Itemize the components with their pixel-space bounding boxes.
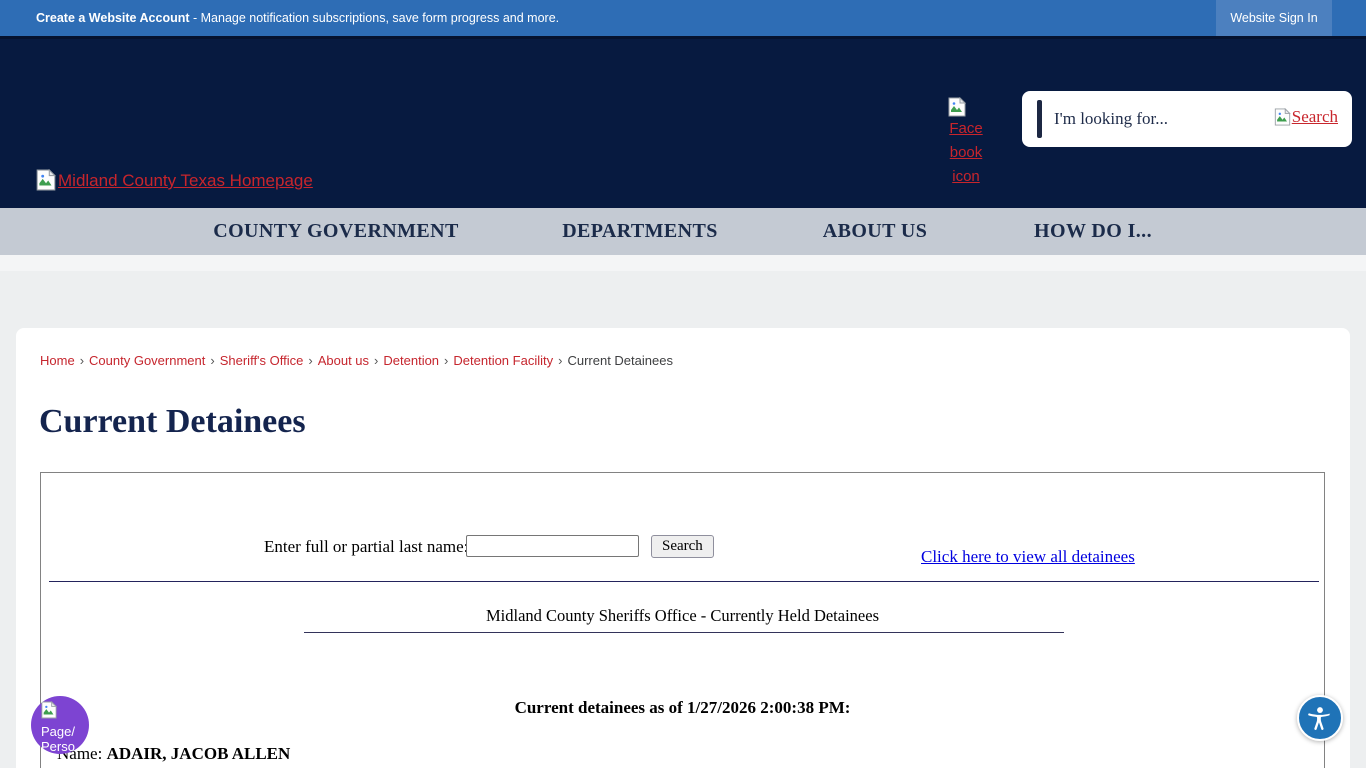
breadcrumb-county-government[interactable]: County Government	[89, 353, 205, 368]
broken-image-icon	[948, 97, 966, 117]
nav-divider-strip	[0, 255, 1366, 271]
broken-image-icon	[1274, 108, 1291, 126]
breadcrumb-detention-facility[interactable]: Detention Facility	[453, 353, 553, 368]
site-header: Midland County Texas Homepage Facebook i…	[0, 36, 1366, 208]
broken-image-icon	[36, 169, 56, 191]
site-search-submit[interactable]: Search	[1274, 107, 1338, 127]
detainee-record-name: Name: ADAIR, JACOB ALLEN	[57, 744, 290, 764]
last-name-label: Enter full or partial last name:	[264, 537, 468, 557]
breadcrumb-separator: ›	[205, 353, 219, 368]
detainee-search-button[interactable]: Search	[651, 535, 714, 558]
accessibility-person-icon	[1306, 704, 1334, 732]
site-search-input[interactable]	[1054, 99, 1234, 139]
breadcrumb-current-page: Current Detainees	[567, 353, 673, 368]
as-of-timestamp: Current detainees as of 1/27/2026 2:00:3…	[41, 698, 1324, 718]
create-account-bold[interactable]: Create a Website Account	[36, 11, 190, 25]
search-caret-bar	[1037, 100, 1042, 138]
name-value: ADAIR, JACOB ALLEN	[107, 744, 291, 763]
heading-underline-rule	[304, 632, 1064, 633]
breadcrumb-sheriffs-office[interactable]: Sheriff's Office	[220, 353, 304, 368]
last-name-input[interactable]	[466, 535, 639, 557]
site-search-submit-label: Search	[1292, 107, 1338, 127]
broken-image-icon	[41, 701, 57, 719]
content-card: Home›County Government›Sheriff's Office›…	[16, 328, 1350, 768]
feedback-widget-label-line1: Page/	[41, 724, 89, 739]
breadcrumb-home[interactable]: Home	[40, 353, 75, 368]
nav-departments[interactable]: DEPARTMENTS	[562, 208, 718, 255]
top-utility-bar: Create a Website Account - Manage notifi…	[0, 0, 1366, 36]
breadcrumb-separator: ›	[553, 353, 567, 368]
page-title: Current Detainees	[39, 403, 306, 441]
breadcrumb: Home›County Government›Sheriff's Office›…	[40, 353, 673, 368]
create-account-text[interactable]: Create a Website Account - Manage notifi…	[36, 0, 559, 36]
homepage-link-label: Midland County Texas Homepage	[58, 171, 313, 191]
detainee-search-frame: Enter full or partial last name: Search …	[40, 472, 1325, 768]
accessibility-widget-button[interactable]	[1297, 695, 1343, 741]
page-feedback-widget-button[interactable]: Page/ Perso	[31, 696, 89, 754]
website-signin-button[interactable]: Website Sign In	[1216, 0, 1332, 36]
site-search-box: Search	[1022, 91, 1352, 147]
breadcrumb-separator: ›	[303, 353, 317, 368]
view-all-detainees-link[interactable]: Click here to view all detainees	[921, 547, 1135, 567]
detainee-list-heading: Midland County Sheriffs Office - Current…	[41, 606, 1324, 626]
breadcrumb-detention[interactable]: Detention	[383, 353, 439, 368]
homepage-link[interactable]: Midland County Texas Homepage	[36, 169, 313, 191]
horizontal-rule	[49, 581, 1319, 582]
breadcrumb-separator: ›	[369, 353, 383, 368]
breadcrumb-separator: ›	[439, 353, 453, 368]
nav-about-us[interactable]: ABOUT US	[823, 208, 928, 255]
facebook-link[interactable]: Facebook icon	[948, 97, 984, 189]
nav-how-do-i[interactable]: HOW DO I...	[1034, 208, 1152, 255]
breadcrumb-about-us[interactable]: About us	[318, 353, 369, 368]
main-navigation: COUNTY GOVERNMENT DEPARTMENTS ABOUT US H…	[0, 208, 1366, 255]
breadcrumb-separator: ›	[75, 353, 89, 368]
facebook-link-label: Facebook icon	[949, 120, 982, 185]
nav-county-government[interactable]: COUNTY GOVERNMENT	[213, 208, 459, 255]
create-account-rest: - Manage notification subscriptions, sav…	[190, 11, 560, 25]
